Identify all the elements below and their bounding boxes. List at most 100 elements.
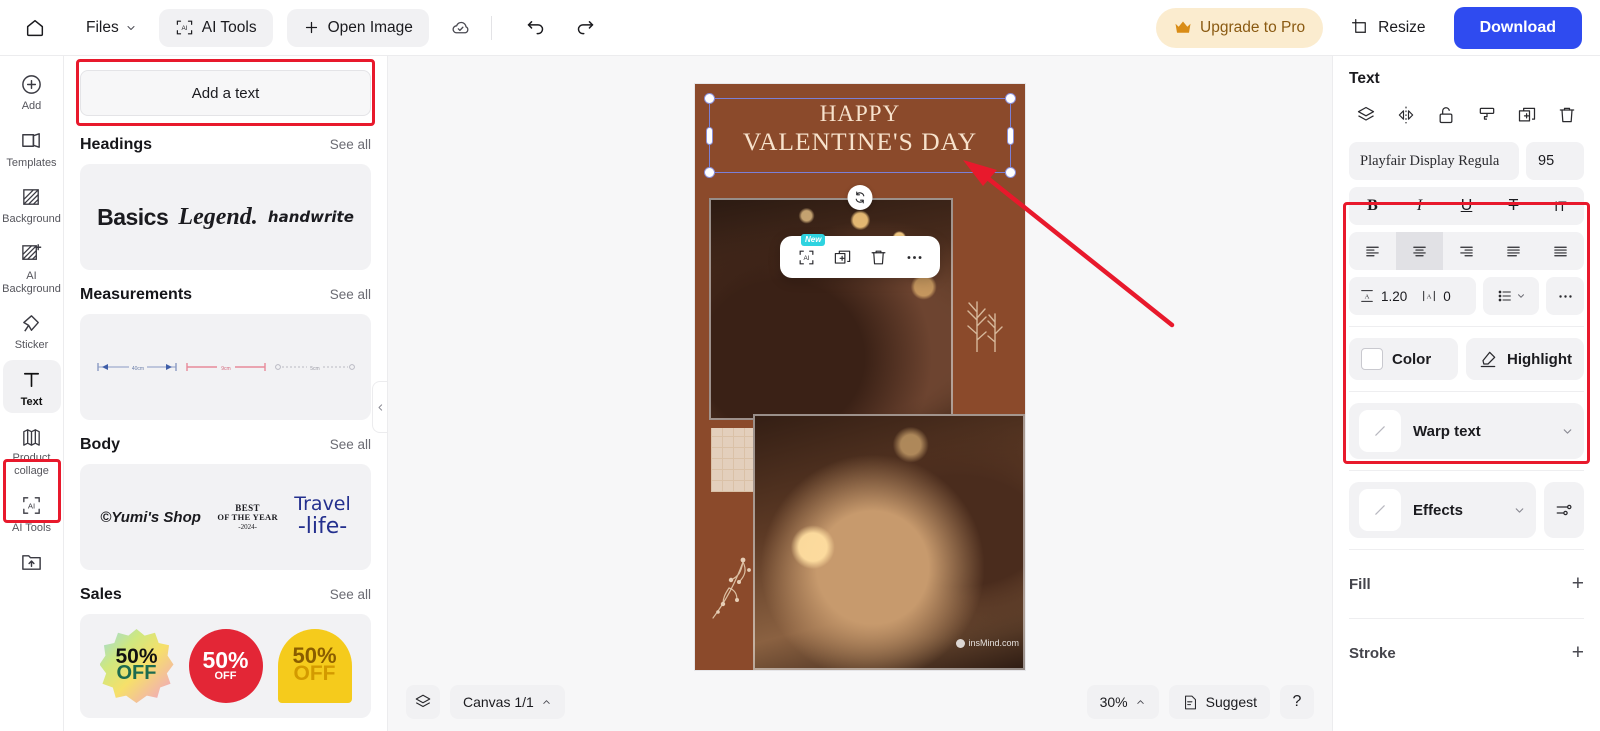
align-right-button[interactable] [1443, 232, 1490, 270]
sidebar-item-text[interactable]: Text [2, 359, 61, 414]
suggest-button[interactable]: Suggest [1168, 685, 1270, 719]
spacing-row: A 1.20 A 0 [1349, 277, 1584, 315]
files-menu[interactable]: Files [78, 13, 145, 43]
travel-line-1: Travel [294, 493, 351, 516]
align-center-button[interactable] [1396, 232, 1443, 270]
color-swatch[interactable] [1361, 348, 1383, 370]
sales-badge-rainbow[interactable]: 50% OFF [99, 629, 174, 703]
sidebar-item-templates[interactable]: Templates [3, 121, 61, 175]
unlock-icon[interactable] [1431, 100, 1461, 130]
ai-background-icon [20, 241, 43, 267]
font-sample-legend[interactable]: Legend. [178, 204, 257, 231]
sidebar-item-sticker[interactable]: Sticker [3, 303, 61, 357]
photo-bottom[interactable]: insMind.com [753, 414, 1025, 670]
strikethrough-button[interactable]: T [1490, 187, 1537, 225]
bold-button[interactable]: B [1349, 187, 1396, 225]
layers-button[interactable] [406, 685, 440, 719]
font-sample-yumis-shop[interactable]: ©Yumi's Shop [100, 509, 201, 526]
sidebar-item-product-collage[interactable]: Product collage [3, 416, 61, 482]
color-button[interactable]: Color [1349, 338, 1459, 380]
format-painter-icon[interactable] [1472, 100, 1502, 130]
help-button[interactable]: ? [1280, 685, 1314, 719]
font-sample-basics[interactable]: Basics [97, 204, 169, 231]
fill-row[interactable]: Fill + [1349, 561, 1584, 607]
add-a-text-button[interactable]: Add a text [80, 70, 371, 116]
body-preview-card[interactable]: ©Yumi's Shop BEST OF THE YEAR -2024- Tra… [80, 464, 371, 570]
undo-icon[interactable] [518, 10, 554, 46]
canvas-area[interactable]: HAPPY VALENTINE'S DAY insMind.com New AI… [388, 56, 1332, 731]
zoom-level-button[interactable]: 30% [1086, 685, 1159, 719]
object-float-toolbar[interactable]: New AI [780, 234, 940, 278]
letter-spacing-value[interactable]: 0 [1443, 289, 1451, 304]
align-left-button[interactable] [1349, 232, 1396, 270]
duplicate-icon[interactable] [1512, 100, 1542, 130]
open-image-button[interactable]: Open Image [286, 8, 429, 47]
home-icon[interactable] [18, 11, 52, 45]
sales-badge-yellow[interactable]: 50% OFF [277, 629, 352, 703]
badge-off: OFF [116, 662, 157, 685]
rotate-handle-button[interactable] [847, 185, 873, 210]
font-size-input[interactable]: 95 [1526, 142, 1584, 180]
resize-handle-bottom-left[interactable] [704, 167, 715, 178]
sidebar-item-ai-tools[interactable]: AI AI Tools [3, 486, 61, 540]
flip-icon[interactable] [1391, 100, 1421, 130]
font-family-select[interactable]: Playfair Display Regula [1349, 142, 1519, 180]
photo-top[interactable] [709, 198, 953, 420]
stroke-row[interactable]: Stroke + [1349, 630, 1584, 676]
measurements-preview-card[interactable]: 40cm 9cm 5cm [80, 314, 371, 420]
list-style-button[interactable] [1483, 277, 1539, 315]
trash-icon[interactable] [1552, 100, 1582, 130]
canvas-pages-button[interactable]: Canvas 1/1 [450, 685, 565, 719]
fill-add-icon[interactable]: + [1572, 572, 1584, 596]
sidebar-item-add[interactable]: Add [3, 64, 61, 118]
see-all-sales[interactable]: See all [330, 587, 371, 602]
branch-decoration [712, 557, 751, 619]
font-sample-best-of-the-year[interactable]: BEST OF THE YEAR -2024- [217, 503, 278, 531]
ai-tools-button[interactable]: AI AI Tools [158, 8, 273, 47]
underline-button[interactable]: U [1443, 187, 1490, 225]
stroke-add-icon[interactable]: + [1572, 641, 1584, 665]
resize-handle-top-right[interactable] [1005, 93, 1016, 104]
cloud-saved-icon[interactable] [443, 10, 479, 46]
sidebar-item-background[interactable]: Background [2, 177, 61, 231]
more-options-button[interactable] [898, 241, 930, 273]
artboard[interactable]: HAPPY VALENTINE'S DAY insMind.com New AI [695, 84, 1025, 670]
see-all-measurements[interactable]: See all [330, 287, 371, 302]
headings-preview-card[interactable]: Basics Legend. handwrite [80, 164, 371, 270]
warp-text-button[interactable]: Warp text [1349, 403, 1584, 459]
upgrade-to-pro-button[interactable]: Upgrade to Pro [1156, 7, 1324, 48]
align-justify-button[interactable] [1490, 232, 1537, 270]
duplicate-button[interactable] [826, 241, 858, 273]
resize-button[interactable]: Resize [1337, 8, 1439, 48]
layers-icon[interactable] [1351, 100, 1381, 130]
delete-button[interactable] [862, 241, 894, 273]
resize-handle-right[interactable] [1007, 126, 1014, 145]
see-all-headings[interactable]: See all [330, 137, 371, 152]
sidebar-item-ai-background[interactable]: AI Background [2, 234, 61, 300]
redo-icon[interactable] [568, 10, 604, 46]
vertical-text-button[interactable]: IT [1537, 187, 1584, 225]
italic-button[interactable]: I [1396, 187, 1443, 225]
download-button[interactable]: Download [1453, 6, 1582, 49]
align-distribute-button[interactable] [1537, 232, 1584, 270]
sales-preview-card[interactable]: 50% OFF 50% OFF 50% OFF [80, 614, 371, 718]
templates-icon [20, 128, 43, 154]
effects-button[interactable]: Effects [1349, 482, 1536, 538]
sidebar-item-upload[interactable] [3, 542, 61, 580]
text-selection-box[interactable] [704, 93, 1016, 178]
more-text-options-button[interactable] [1546, 277, 1584, 315]
effects-settings-button[interactable] [1544, 482, 1584, 538]
resize-handle-top-left[interactable] [704, 93, 715, 104]
align-justify-icon [1507, 246, 1520, 256]
font-sample-travel-life[interactable]: Travel -life- [294, 493, 351, 539]
resize-handle-bottom-right[interactable] [1005, 167, 1016, 178]
see-all-body[interactable]: See all [330, 437, 371, 452]
toolbar-divider [490, 15, 492, 40]
resize-handle-left[interactable] [706, 126, 713, 145]
line-height-value[interactable]: 1.20 [1381, 289, 1407, 304]
highlight-button[interactable]: Highlight [1466, 338, 1584, 380]
ai-edit-button[interactable]: New AI [790, 234, 826, 273]
font-sample-handwrite[interactable]: handwrite [268, 208, 354, 226]
panel-collapse-handle[interactable] [372, 381, 387, 433]
sales-badge-red[interactable]: 50% OFF [188, 629, 263, 703]
